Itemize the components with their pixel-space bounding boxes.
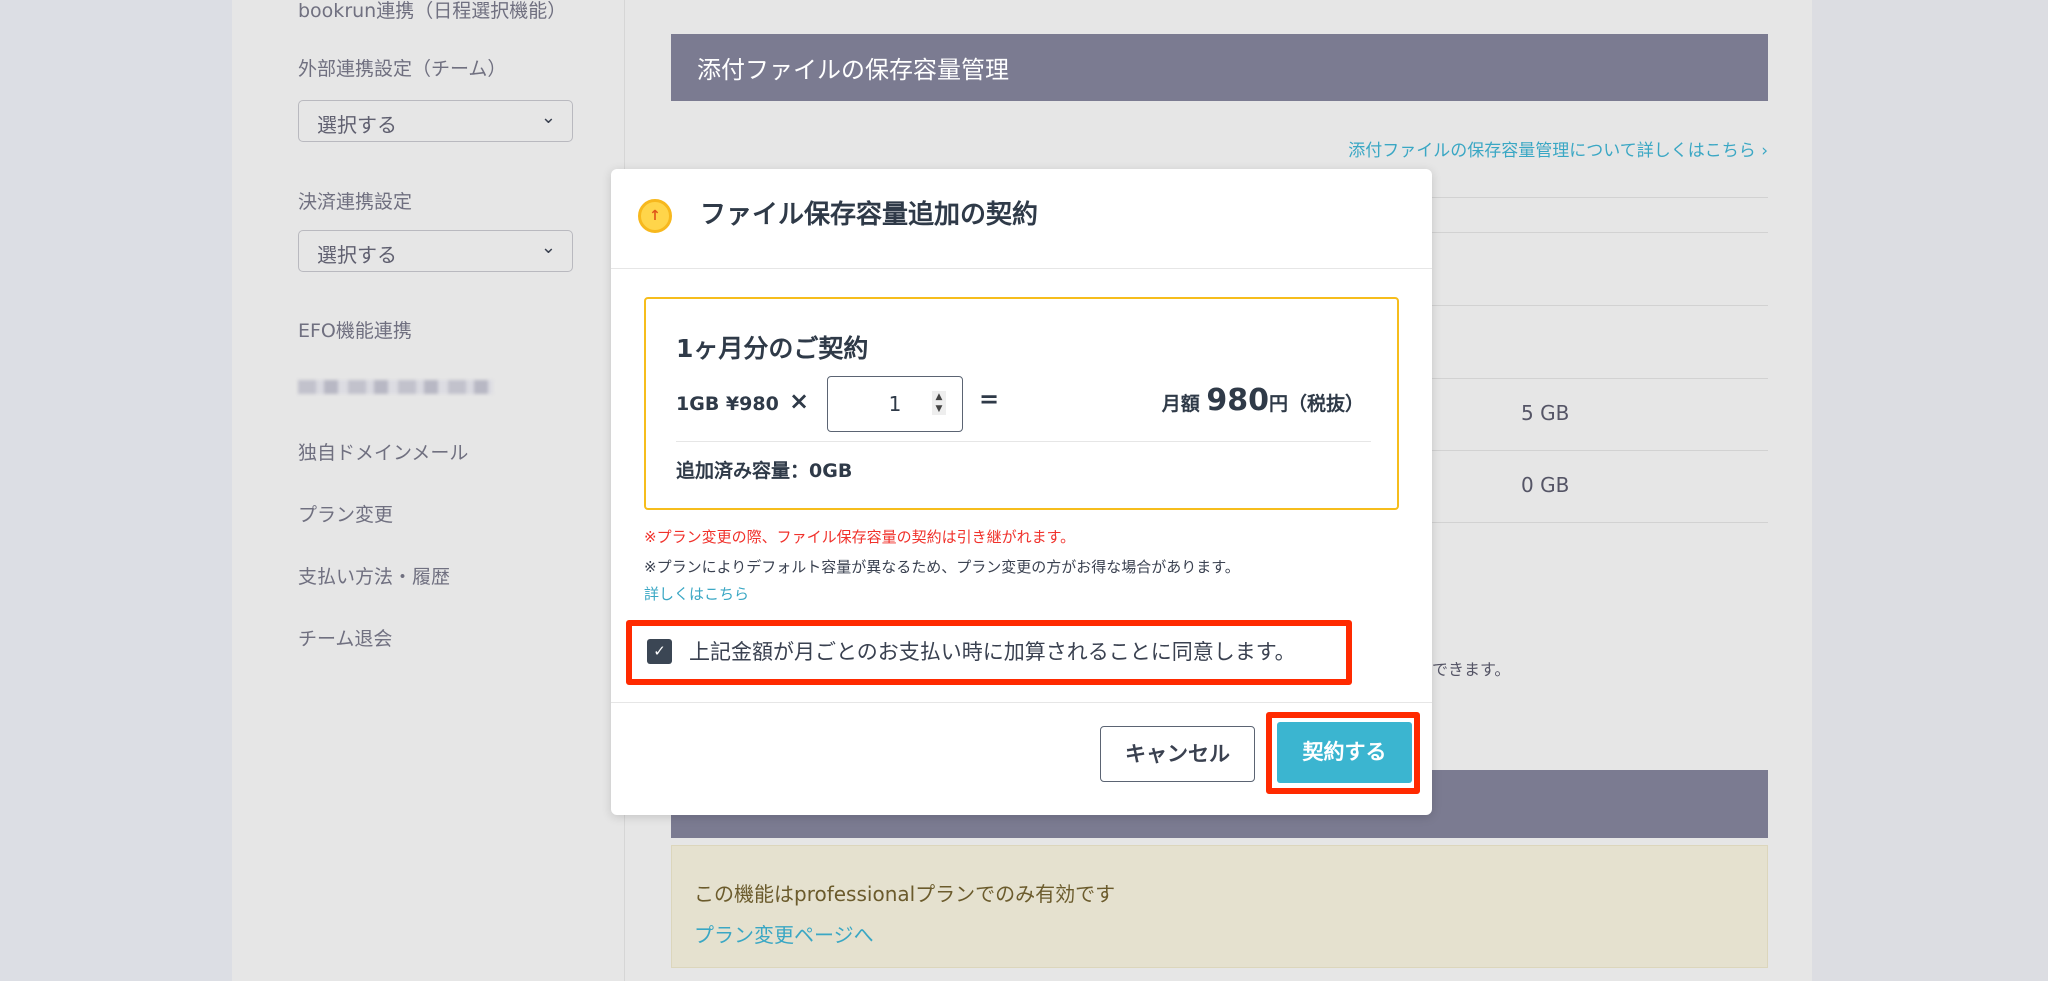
monthly-total: 月額 980円（税抜） — [1162, 383, 1364, 418]
chevron-right-icon: › — [1761, 141, 1768, 161]
chevron-down-icon: ⌄ — [540, 237, 556, 258]
page-margin-right — [1812, 0, 2048, 981]
coin-upload-icon: ↑ — [638, 199, 672, 233]
contract-dialog: ↑ ファイル保存容量追加の契約 1ヶ月分のご契約 1GB ¥980 × 1 ▲ ▼ … — [611, 169, 1432, 815]
external-settings-label: 外部連携設定（チーム） — [298, 58, 507, 80]
added-capacity: 追加済み容量：0GB — [676, 460, 853, 482]
sidebar-item-payment-history[interactable]: 支払い方法・履歴 — [298, 562, 450, 589]
table-cell-value: 5 GB — [1521, 401, 1570, 425]
select-value: 選択する — [317, 243, 397, 267]
sidebar-item-leave-team[interactable]: チーム退会 — [298, 624, 392, 651]
stepper-arrows-icon[interactable]: ▲ ▼ — [932, 391, 946, 415]
table-cell-value: 0 GB — [1521, 473, 1570, 497]
divider — [1432, 232, 1768, 233]
multiply-sign: × — [789, 387, 810, 415]
sidebar-item-redacted[interactable] — [298, 380, 493, 394]
cancel-button[interactable]: キャンセル — [1100, 726, 1255, 782]
notice-text: この機能はprofessionalプランでのみ有効です — [694, 882, 1116, 906]
divider — [1432, 197, 1768, 198]
external-settings-select[interactable]: 選択する ⌄ — [298, 100, 573, 142]
monthly-label: 月額 — [1161, 393, 1200, 415]
monthly-amount: 980 — [1206, 383, 1269, 418]
chevron-down-icon: ⌄ — [540, 107, 556, 128]
plan-notice: この機能はprofessionalプランでのみ有効です プラン変更ページへ — [671, 845, 1768, 968]
divider — [676, 441, 1371, 442]
page-margin-left — [0, 0, 232, 981]
divider — [1432, 522, 1768, 523]
agree-checkbox[interactable]: ✓ — [647, 639, 672, 664]
contract-summary-box: 1ヶ月分のご契約 1GB ¥980 × 1 ▲ ▼ = 月額 980円（税抜） 追加… — [644, 297, 1399, 510]
sidebar-item-bookrun[interactable]: bookrun連携（日程選択機能） — [298, 0, 566, 23]
warning-note: ※プラン変更の際、ファイル保存容量の契約は引き継がれます。 — [644, 528, 1076, 546]
confirm-contract-button[interactable]: 契約する — [1277, 722, 1412, 783]
divider — [611, 268, 1432, 269]
box-title: 1ヶ月分のご契約 — [676, 334, 869, 363]
info-note: ※プランによりデフォルト容量が異なるため、プラン変更の方がお得な場合があります。 — [644, 558, 1240, 576]
divider — [1432, 305, 1768, 306]
storage-help-link[interactable]: 添付ファイルの保存容量管理について詳しくはこちら › — [1348, 136, 1768, 161]
sidebar-item-efo[interactable]: EFO機能連携 — [298, 316, 412, 343]
section-header: 添付ファイルの保存容量管理 — [671, 34, 1768, 101]
quantity-value: 1 — [888, 392, 902, 416]
tax-note: 円（税抜） — [1268, 393, 1364, 415]
divider — [1432, 378, 1768, 379]
payment-settings-select[interactable]: 選択する ⌄ — [298, 230, 573, 272]
link-text: 添付ファイルの保存容量管理について詳しくはこちら — [1348, 141, 1756, 161]
equals-sign: = — [979, 385, 1000, 413]
details-link[interactable]: 詳しくはこちら — [644, 583, 749, 604]
payment-settings-label: 決済連携設定 — [298, 191, 413, 213]
sidebar-item-domain-mail[interactable]: 独自ドメインメール — [298, 438, 468, 465]
quantity-stepper[interactable]: 1 ▲ ▼ — [827, 376, 963, 432]
agree-highlight: ✓ 上記金額が月ごとのお支払い時に加算されることに同意します。 — [626, 620, 1352, 685]
divider — [611, 702, 1432, 703]
sidebar — [232, 0, 625, 981]
sidebar-item-plan-change[interactable]: プラン変更 — [298, 500, 393, 527]
divider — [1432, 450, 1768, 451]
unit-price: 1GB ¥980 — [676, 393, 779, 415]
dialog-title: ファイル保存容量追加の契約 — [700, 200, 1039, 230]
partial-description: できます。 — [1432, 660, 1511, 679]
agree-label[interactable]: 上記金額が月ごとのお支払い時に加算されることに同意します。 — [689, 636, 1296, 666]
plan-change-link[interactable]: プラン変更ページへ — [694, 919, 1745, 948]
select-value: 選択する — [317, 113, 397, 137]
